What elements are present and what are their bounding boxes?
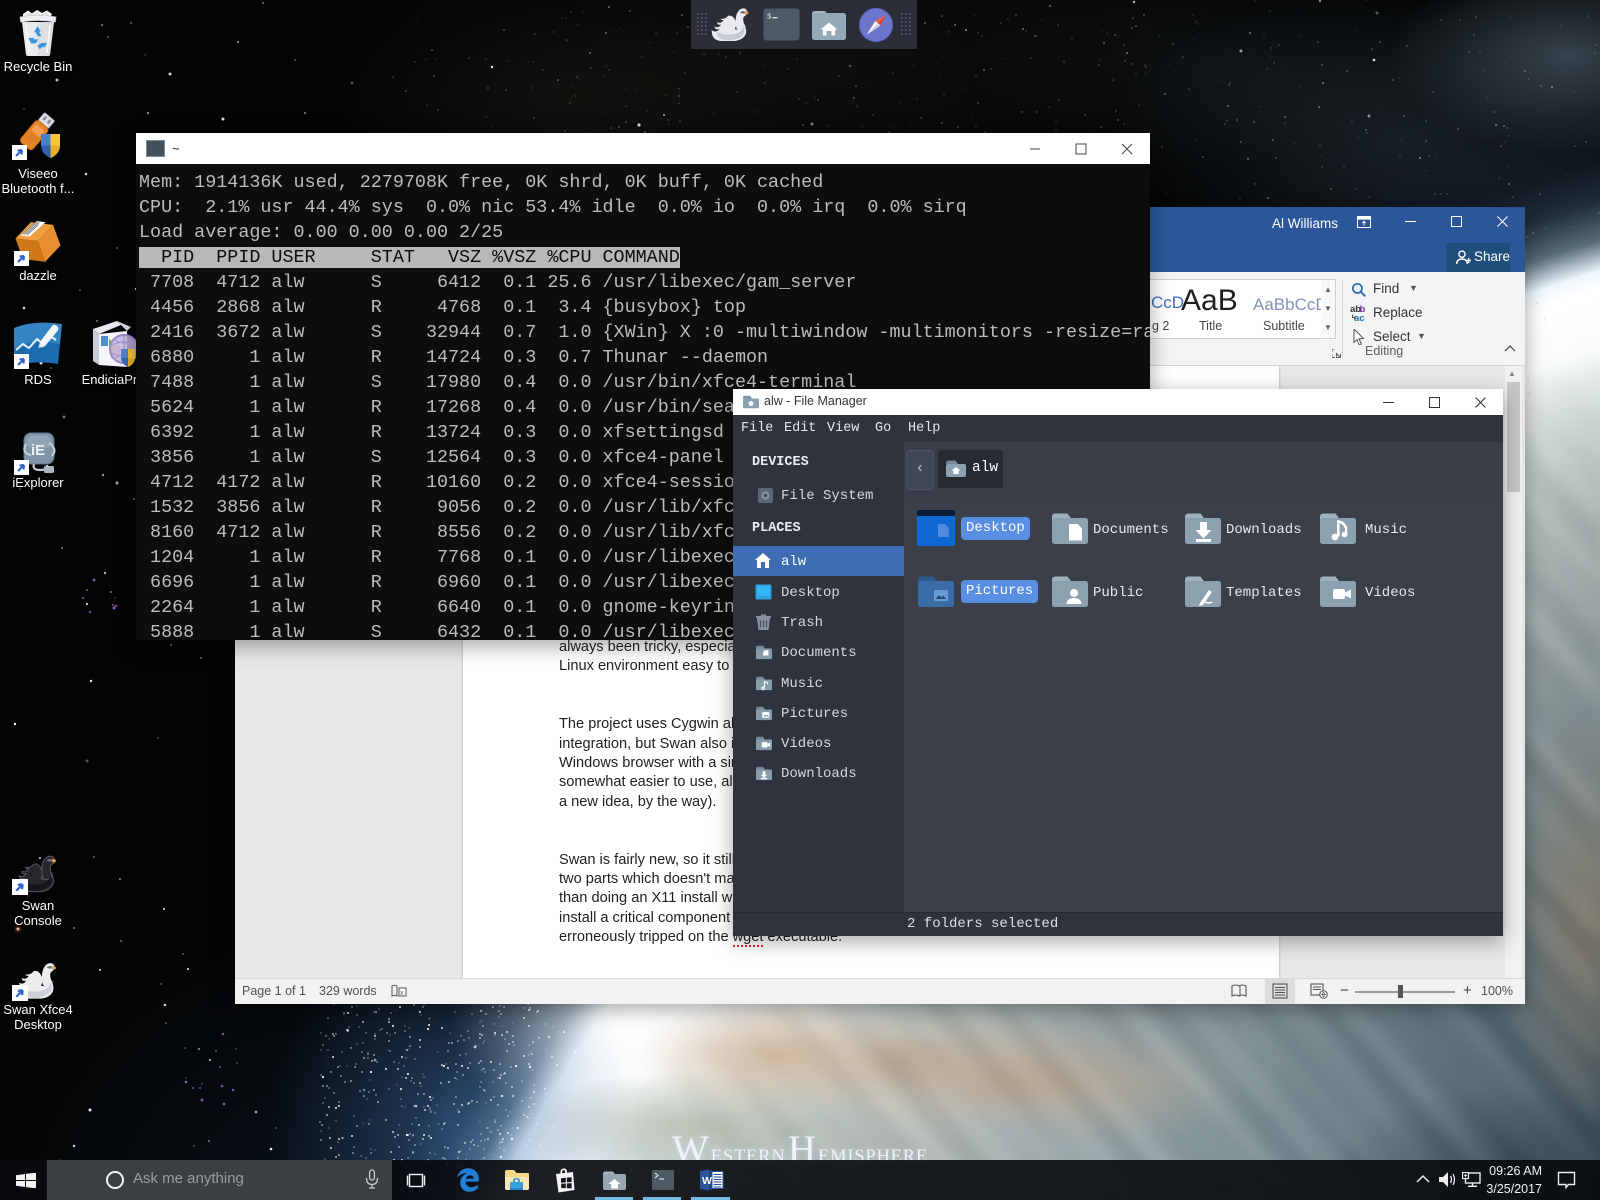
svg-text:iE: iE — [31, 442, 45, 459]
svg-text:W: W — [702, 1175, 712, 1187]
svg-text:$: $ — [767, 14, 772, 22]
svg-text:x: x — [400, 990, 404, 997]
